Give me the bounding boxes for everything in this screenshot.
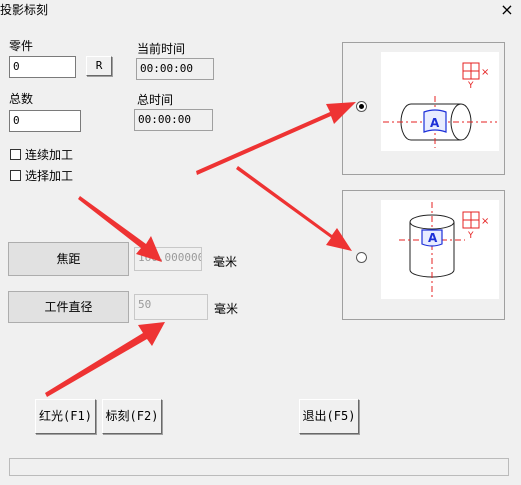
close-icon: ×	[500, 0, 514, 19]
diagram-letter: A	[428, 231, 438, 245]
select-checkbox[interactable]	[10, 170, 21, 181]
vertical-cylinder-diagram: × Y A	[381, 200, 499, 299]
horizontal-cylinder-diagram: × Y A	[381, 52, 499, 151]
reset-button[interactable]: R	[86, 56, 112, 76]
axis-marker-icon	[462, 62, 480, 80]
mode-radio-horizontal[interactable]	[356, 101, 367, 112]
diameter-unit: 毫米	[214, 302, 239, 316]
mode-pane-vertical[interactable]: × Y A	[342, 190, 505, 320]
mark-button[interactable]: 标刻(F2)	[102, 399, 162, 434]
part-label: 零件	[9, 39, 34, 53]
window-title: 投影标刻	[0, 3, 49, 17]
diagram-letter: A	[430, 116, 440, 130]
diameter-button[interactable]: 工件直径	[8, 291, 129, 323]
part-input[interactable]: 0	[9, 56, 76, 78]
current-time-display: 00:00:00	[136, 58, 214, 80]
mode-radio-vertical[interactable]	[356, 252, 367, 263]
exit-button[interactable]: 退出(F5)	[299, 399, 359, 434]
focus-button[interactable]: 焦距	[8, 242, 129, 276]
status-bar	[9, 458, 509, 476]
arrow-to-horizontal-mode	[196, 102, 356, 175]
axis-x-glyph: ×	[481, 67, 489, 78]
red-light-button[interactable]: 红光(F1)	[35, 399, 96, 434]
arrow-from-diameter-field	[45, 322, 165, 397]
select-label: 选择加工	[25, 169, 74, 183]
axis-x-glyph: ×	[481, 216, 489, 227]
axis-marker-icon	[462, 211, 480, 229]
axis-y-letter: Y	[467, 231, 474, 241]
continuous-label: 连续加工	[25, 148, 74, 162]
diameter-input[interactable]: 50	[134, 294, 208, 320]
axis-y-letter: Y	[467, 81, 474, 91]
total-time-display: 00:00:00	[134, 109, 213, 131]
current-time-label: 当前时间	[137, 42, 186, 56]
focus-input[interactable]: 160.000000	[134, 247, 202, 271]
total-label: 总数	[9, 92, 34, 106]
continuous-checkbox[interactable]	[10, 149, 21, 160]
arrow-to-vertical-mode	[236, 166, 352, 251]
total-input[interactable]: 0	[9, 110, 81, 132]
total-time-label: 总时间	[137, 93, 174, 107]
focus-unit: 毫米	[213, 255, 238, 269]
close-button[interactable]: ×	[499, 0, 515, 20]
mode-pane-horizontal[interactable]: × Y A	[342, 42, 505, 175]
